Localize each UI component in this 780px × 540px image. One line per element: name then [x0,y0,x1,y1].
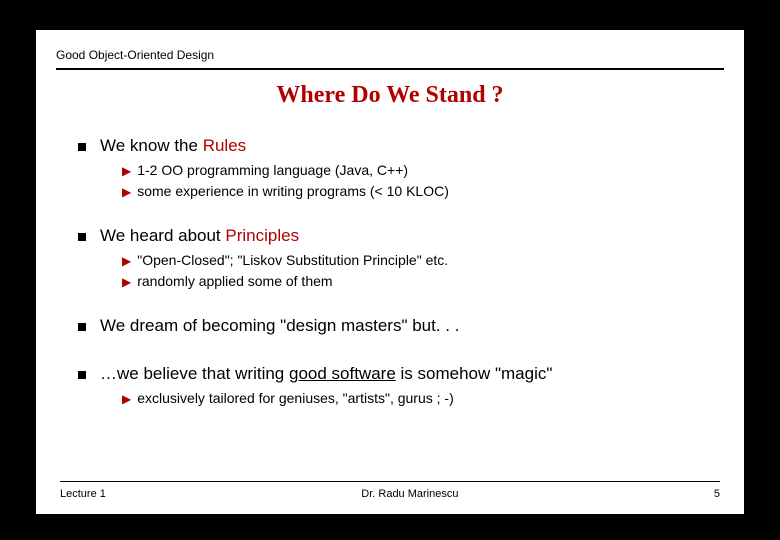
bullet-accent: Rules [203,136,246,155]
bullet-text: We dream of becoming "design masters" bu… [100,316,459,335]
slide-title: Where Do We Stand ? [36,82,744,109]
sub-bullet: ▶ 1-2 OO programming language (Java, C++… [122,162,710,178]
header-course: Good Object-Oriented Design [36,30,744,66]
sub-text: some experience in writing programs (< 1… [137,183,449,199]
sub-text: 1-2 OO programming language (Java, C++) [137,162,408,178]
footer-left: Lecture 1 [60,488,106,500]
arrow-icon: ▶ [122,275,131,289]
square-bullet-icon [78,323,86,331]
header-rule [56,68,724,70]
sub-bullet: ▶ exclusively tailored for geniuses, "ar… [122,390,710,406]
bullet-accent: Principles [225,226,299,245]
arrow-icon: ▶ [122,164,131,178]
bullet-rules: We know the Rules [78,135,710,157]
bullet-dream: We dream of becoming "design masters" bu… [78,315,710,337]
footer: Lecture 1 Dr. Radu Marinescu 5 [36,481,744,500]
bullet-suffix: is somehow "magic" [396,364,553,383]
footer-rule [60,481,720,482]
bullet-text: We heard about [100,226,225,245]
slide: Good Object-Oriented Design Where Do We … [36,30,744,514]
footer-page-number: 5 [714,488,720,500]
sub-bullet: ▶ some experience in writing programs (<… [122,183,710,199]
square-bullet-icon [78,233,86,241]
arrow-icon: ▶ [122,254,131,268]
arrow-icon: ▶ [122,185,131,199]
bullet-text: We know the [100,136,203,155]
arrow-icon: ▶ [122,392,131,406]
bullet-magic: …we believe that writing good software i… [78,363,710,385]
sub-text: "Open-Closed"; "Liskov Substitution Prin… [137,252,448,268]
bullet-underline: good software [289,364,396,383]
sub-bullet: ▶ "Open-Closed"; "Liskov Substitution Pr… [122,252,710,268]
bullet-principles: We heard about Principles [78,225,710,247]
slide-content: We know the Rules ▶ 1-2 OO programming l… [36,135,744,406]
sub-text: randomly applied some of them [137,273,332,289]
bullet-text: …we believe that writing [100,364,289,383]
sub-text: exclusively tailored for geniuses, "arti… [137,390,454,406]
square-bullet-icon [78,143,86,151]
sub-bullet: ▶ randomly applied some of them [122,273,710,289]
footer-center: Dr. Radu Marinescu [361,488,458,500]
square-bullet-icon [78,371,86,379]
